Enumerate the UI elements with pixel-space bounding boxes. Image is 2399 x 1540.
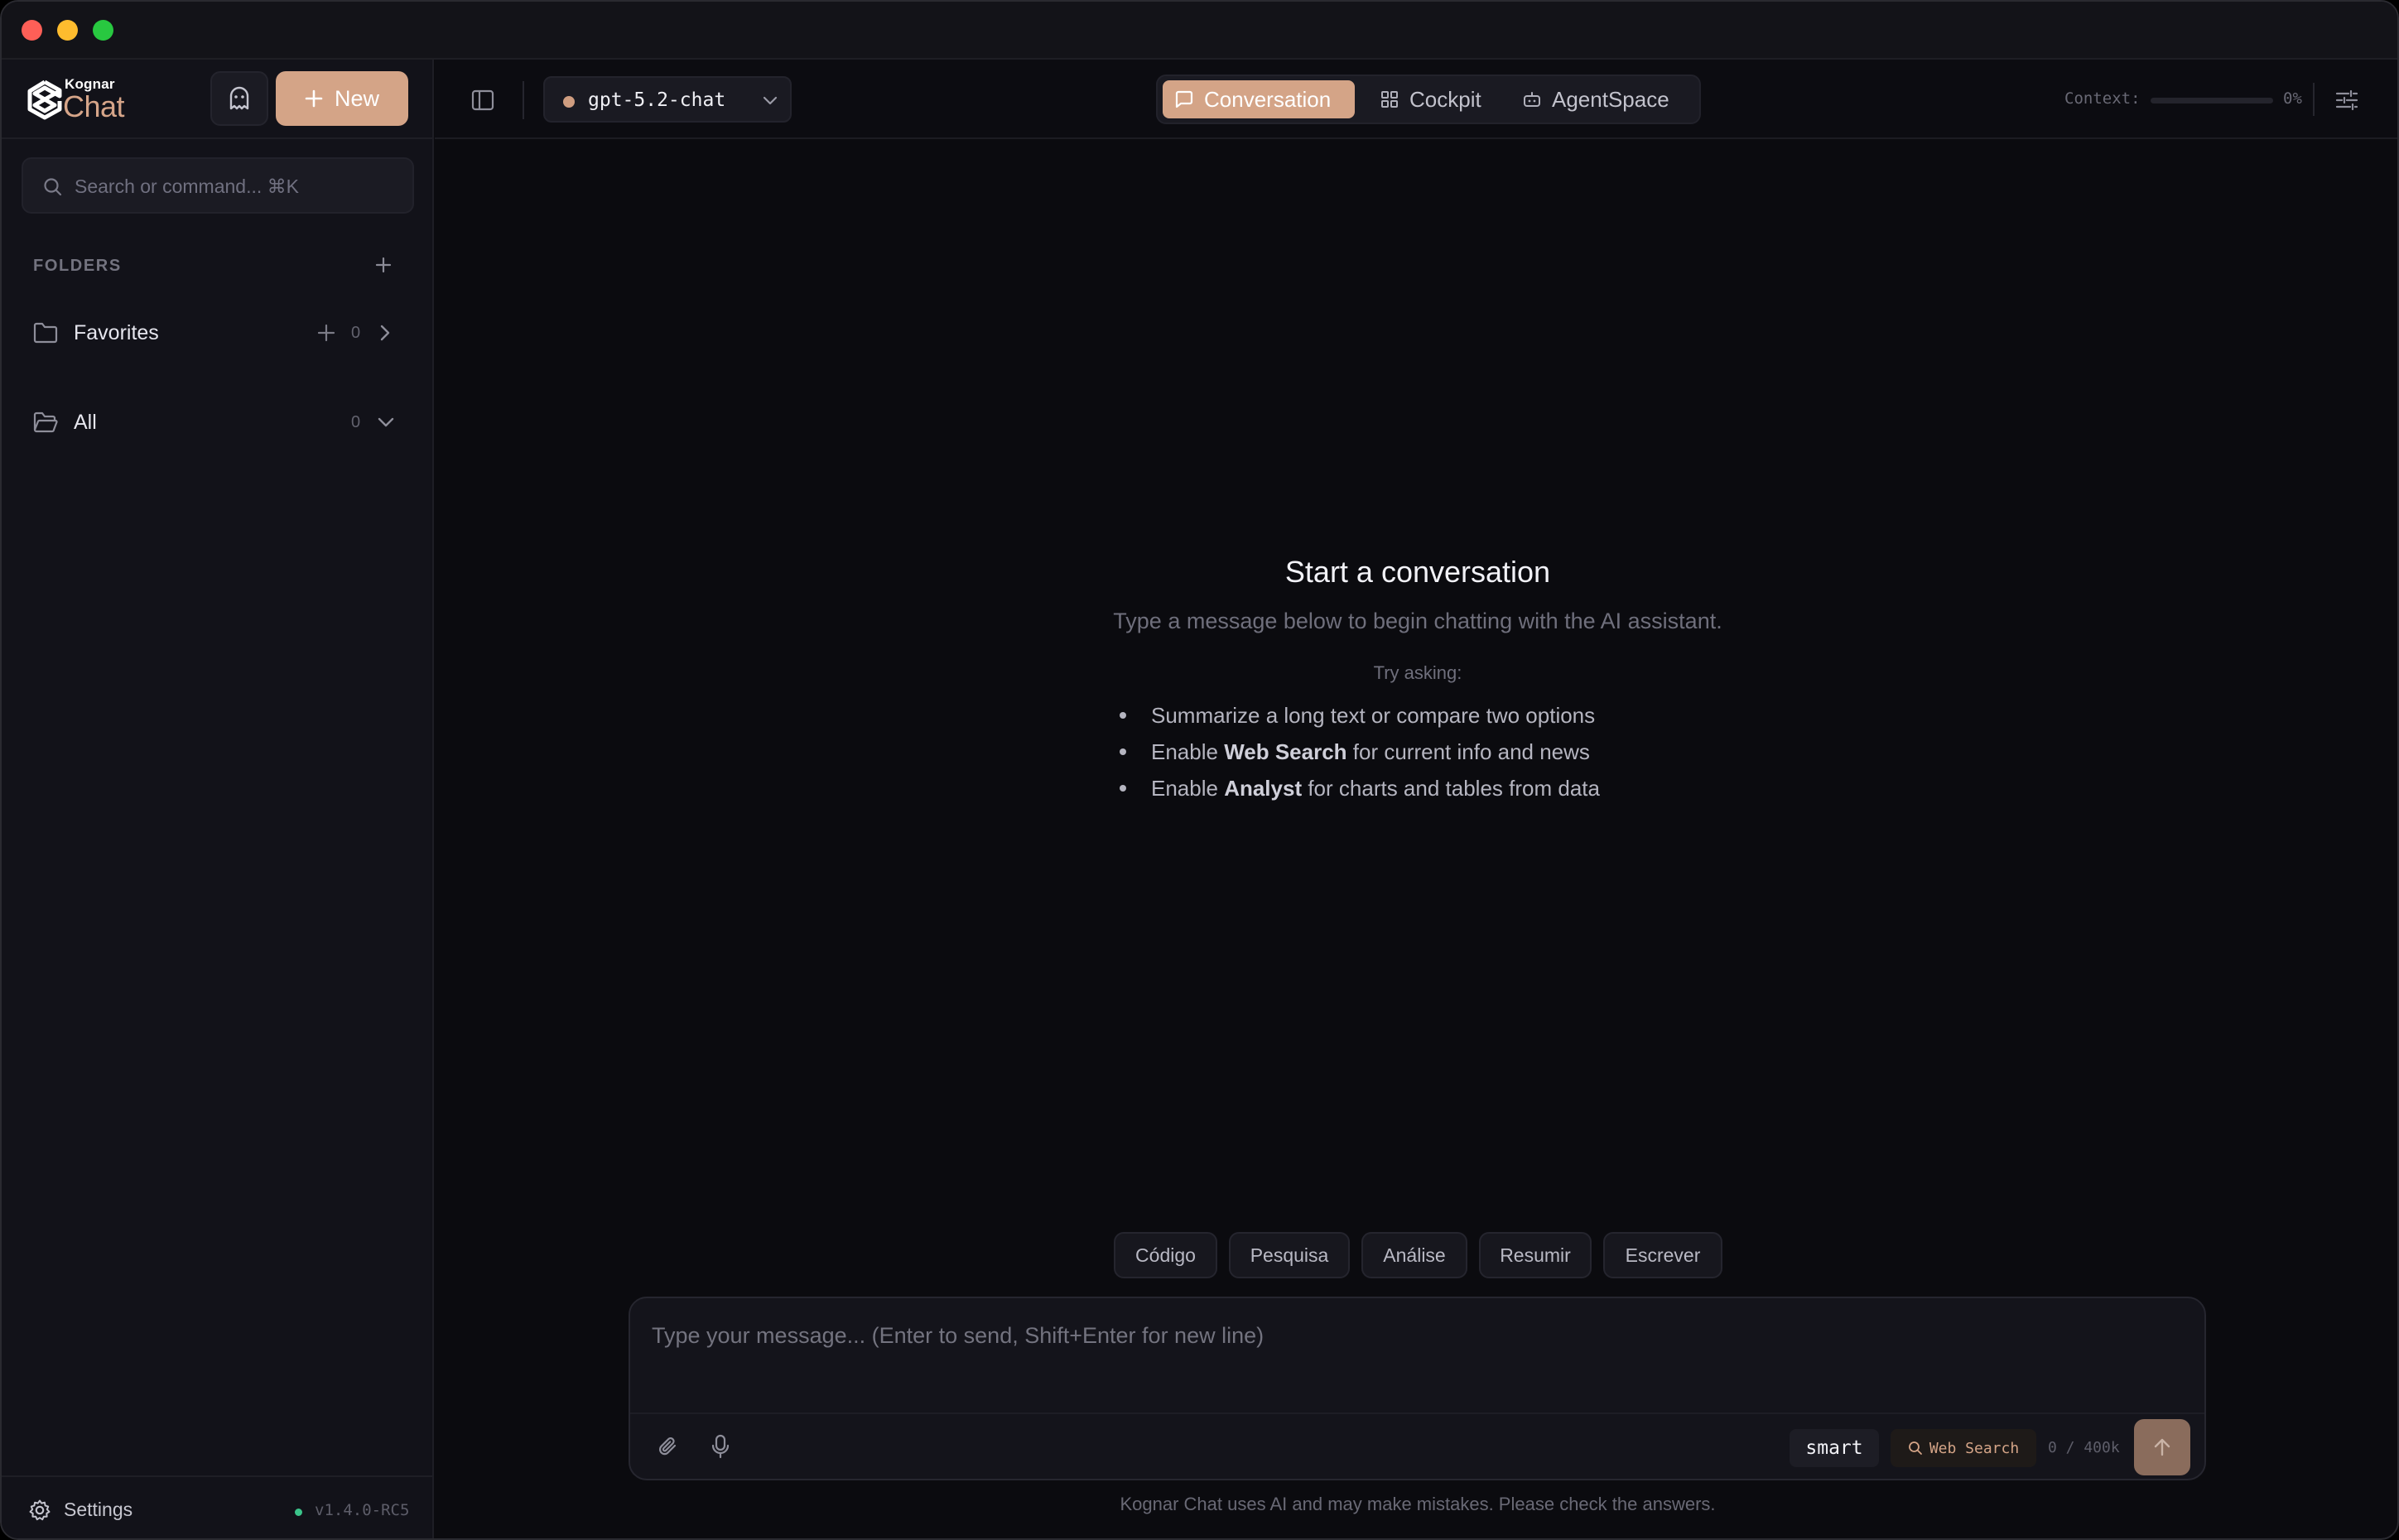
mode-tabs: Conversation Cockpit AgentSpace bbox=[1156, 75, 1701, 124]
send-button[interactable] bbox=[2134, 1419, 2190, 1475]
ai-disclaimer: Kognar Chat uses AI and may make mistake… bbox=[1120, 1494, 1716, 1514]
model-name: gpt-5.2-chat bbox=[588, 89, 726, 111]
list-item: Summarize a long text or compare two opt… bbox=[1120, 697, 1699, 734]
tab-label: Conversation bbox=[1204, 86, 1332, 112]
sidebar-header: Kognar Chat New bbox=[2, 60, 432, 139]
sidebar-toggle-icon[interactable] bbox=[470, 88, 495, 113]
settings-link[interactable]: Settings bbox=[64, 1499, 132, 1521]
chip-analise[interactable]: Análise bbox=[1361, 1232, 1467, 1278]
message-composer: smart Web Search 0 / 400k bbox=[629, 1297, 2206, 1480]
folder-open-icon bbox=[33, 411, 58, 433]
tab-label: Cockpit bbox=[1409, 86, 1481, 112]
divider bbox=[2313, 83, 2315, 116]
sliders-icon[interactable] bbox=[2334, 88, 2359, 113]
tab-agentspace[interactable]: AgentSpace bbox=[1522, 80, 1696, 118]
search-input[interactable] bbox=[75, 167, 406, 205]
suggestion-text: Enable Web Search for current info and n… bbox=[1151, 739, 1590, 764]
list-item: Enable Analyst for charts and tables fro… bbox=[1120, 770, 1699, 806]
suggestion-text: Summarize a long text or compare two opt… bbox=[1151, 703, 1596, 728]
divider bbox=[630, 1412, 2204, 1414]
context-label: Context: bbox=[2064, 89, 2141, 108]
chevron-right-icon[interactable] bbox=[376, 323, 394, 343]
list-item: Enable Web Search for current info and n… bbox=[1120, 734, 1699, 770]
zoom-window-button[interactable] bbox=[93, 20, 113, 41]
context-value: 0% bbox=[2283, 89, 2302, 108]
empty-state-title: Start a conversation bbox=[1284, 555, 1551, 589]
try-asking-label: Try asking: bbox=[1373, 662, 1462, 683]
sidebar-footer: Settings v1.4.0-RC5 bbox=[2, 1475, 432, 1538]
bullet bbox=[1120, 748, 1126, 755]
app-logo: Kognar Chat bbox=[26, 75, 142, 126]
message-input[interactable] bbox=[652, 1323, 2175, 1373]
mode-selector[interactable]: smart bbox=[1790, 1429, 1879, 1467]
gear-icon[interactable] bbox=[28, 1499, 51, 1522]
search-icon bbox=[1908, 1441, 1922, 1455]
bot-icon bbox=[1524, 92, 1540, 107]
chip-pesquisa[interactable]: Pesquisa bbox=[1229, 1232, 1350, 1278]
message-square-icon bbox=[1175, 90, 1193, 108]
model-status-dot bbox=[563, 96, 575, 108]
close-window-button[interactable] bbox=[22, 20, 42, 41]
arrow-up-icon bbox=[2154, 1438, 2170, 1456]
chip-codigo[interactable]: Código bbox=[1114, 1232, 1217, 1278]
incognito-chat-button[interactable] bbox=[210, 71, 268, 126]
top-bar: gpt-5.2-chat Conversation Cockpit AgentS… bbox=[435, 60, 2397, 139]
folder-count: 0 bbox=[351, 324, 361, 342]
bullet bbox=[1120, 785, 1126, 792]
microphone-icon[interactable] bbox=[710, 1434, 731, 1459]
empty-state-subtitle: Type a message below to begin chatting w… bbox=[1113, 609, 1722, 633]
app-window: Kognar Chat New Search or command... ⌘K … bbox=[0, 0, 2399, 1540]
search-box[interactable] bbox=[22, 157, 414, 214]
chevron-down-icon bbox=[763, 96, 778, 105]
tab-label: AgentSpace bbox=[1552, 86, 1669, 112]
chip-resumir[interactable]: Resumir bbox=[1479, 1232, 1592, 1278]
folders-heading: FOLDERS bbox=[33, 257, 122, 275]
paperclip-icon[interactable] bbox=[657, 1435, 680, 1458]
plus-icon bbox=[305, 89, 323, 108]
folder-name: All bbox=[74, 411, 97, 434]
logo-big-text: Chat bbox=[63, 89, 125, 123]
ghost-icon bbox=[229, 86, 249, 110]
bullet bbox=[1120, 712, 1126, 719]
add-to-folder-icon[interactable] bbox=[316, 323, 336, 343]
tab-cockpit[interactable]: Cockpit bbox=[1380, 80, 1504, 118]
folder-favorites[interactable]: Favorites 0 bbox=[22, 308, 414, 358]
folder-count: 0 bbox=[351, 413, 361, 431]
new-chat-label: New bbox=[334, 85, 379, 111]
logo-mark-icon bbox=[27, 79, 62, 120]
folder-all[interactable]: All 0 bbox=[22, 397, 414, 447]
web-search-label: Web Search bbox=[1929, 1439, 2020, 1457]
chip-escrever[interactable]: Escrever bbox=[1603, 1232, 1722, 1278]
web-search-toggle[interactable]: Web Search bbox=[1891, 1429, 2036, 1467]
suggestion-text: Enable Analyst for charts and tables fro… bbox=[1151, 776, 1600, 801]
add-folder-icon[interactable] bbox=[374, 256, 393, 274]
folder-name: Favorites bbox=[74, 321, 159, 344]
new-chat-button[interactable]: New bbox=[276, 71, 408, 126]
sidebar: Kognar Chat New Search or command... ⌘K … bbox=[2, 60, 434, 1538]
context-usage-bar bbox=[2151, 98, 2273, 103]
status-dot bbox=[295, 1509, 302, 1516]
tab-conversation[interactable]: Conversation bbox=[1163, 80, 1355, 118]
token-counter: 0 / 400k bbox=[2048, 1439, 2120, 1456]
folder-icon bbox=[33, 322, 58, 344]
divider bbox=[523, 81, 524, 119]
version-label: v1.4.0-RC5 bbox=[315, 1501, 410, 1519]
model-selector[interactable]: gpt-5.2-chat bbox=[543, 76, 792, 123]
chevron-down-icon[interactable] bbox=[376, 412, 396, 432]
suggestion-list: Summarize a long text or compare two opt… bbox=[1120, 697, 1699, 806]
minimize-window-button[interactable] bbox=[57, 20, 78, 41]
title-bar bbox=[2, 2, 2397, 60]
layout-grid-icon bbox=[1381, 91, 1398, 108]
search-icon bbox=[44, 178, 62, 196]
